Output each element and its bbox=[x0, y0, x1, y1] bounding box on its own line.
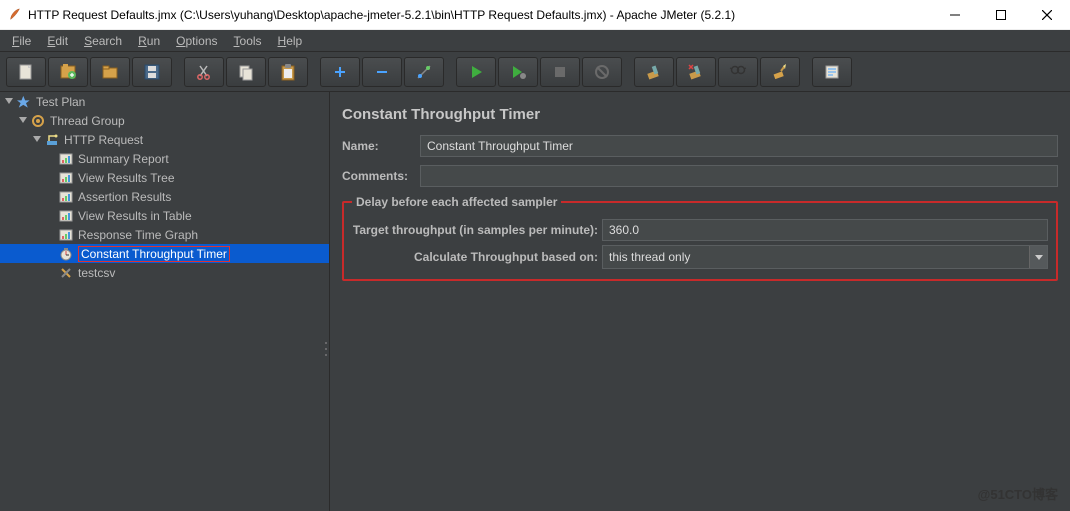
save-button[interactable] bbox=[132, 57, 172, 87]
listener-icon bbox=[58, 208, 74, 224]
stop-button[interactable] bbox=[540, 57, 580, 87]
tree-node-response-time-graph[interactable]: Response Time Graph bbox=[0, 225, 329, 244]
tree-label: Test Plan bbox=[36, 95, 85, 109]
open-button[interactable] bbox=[90, 57, 130, 87]
maximize-button[interactable] bbox=[978, 0, 1024, 30]
test-plan-tree[interactable]: Test Plan Thread Group HTTP Request Summ… bbox=[0, 92, 330, 511]
menu-options[interactable]: Options bbox=[168, 32, 225, 50]
tree-label: Constant Throughput Timer bbox=[78, 246, 230, 262]
tree-label: Summary Report bbox=[78, 152, 169, 166]
minimize-button[interactable] bbox=[932, 0, 978, 30]
tree-node-test-plan[interactable]: Test Plan bbox=[0, 92, 329, 111]
function-helper-button[interactable] bbox=[812, 57, 852, 87]
menu-help[interactable]: Help bbox=[270, 32, 311, 50]
clear-button[interactable] bbox=[634, 57, 674, 87]
collapse-icon[interactable] bbox=[32, 135, 42, 145]
shutdown-button[interactable] bbox=[582, 57, 622, 87]
start-no-pauses-button[interactable] bbox=[498, 57, 538, 87]
delay-group: Delay before each affected sampler Targe… bbox=[342, 195, 1058, 281]
sampler-icon bbox=[44, 132, 60, 148]
splitter-handle[interactable] bbox=[323, 340, 329, 358]
collapse-icon[interactable] bbox=[18, 116, 28, 126]
expand-button[interactable] bbox=[320, 57, 360, 87]
tree-label: View Results Tree bbox=[78, 171, 175, 185]
tree-label: testcsv bbox=[78, 266, 115, 280]
tree-node-summary-report[interactable]: Summary Report bbox=[0, 149, 329, 168]
menubar: File Edit Search Run Options Tools Help bbox=[0, 30, 1070, 52]
tree-label: Response Time Graph bbox=[78, 228, 198, 242]
close-button[interactable] bbox=[1024, 0, 1070, 30]
chevron-down-icon bbox=[1029, 246, 1047, 268]
name-field[interactable] bbox=[420, 135, 1058, 157]
listener-icon bbox=[58, 227, 74, 243]
menu-file[interactable]: File bbox=[4, 32, 39, 50]
window-controls bbox=[932, 0, 1070, 30]
listener-icon bbox=[58, 151, 74, 167]
menu-tools[interactable]: Tools bbox=[226, 32, 270, 50]
toolbar bbox=[0, 52, 1070, 92]
calc-basis-value: this thread only bbox=[609, 250, 690, 264]
calc-basis-label: Calculate Throughput based on: bbox=[352, 250, 602, 264]
delay-group-legend: Delay before each affected sampler bbox=[352, 195, 561, 209]
clear-all-button[interactable] bbox=[676, 57, 716, 87]
tree-label: Assertion Results bbox=[78, 190, 171, 204]
cut-button[interactable] bbox=[184, 57, 224, 87]
reset-search-button[interactable] bbox=[760, 57, 800, 87]
config-icon bbox=[58, 265, 74, 281]
tree-node-view-results-tree[interactable]: View Results Tree bbox=[0, 168, 329, 187]
app-icon bbox=[8, 8, 22, 22]
target-throughput-field[interactable] bbox=[602, 219, 1048, 241]
workspace: Test Plan Thread Group HTTP Request Summ… bbox=[0, 92, 1070, 511]
copy-button[interactable] bbox=[226, 57, 266, 87]
calc-basis-select[interactable]: this thread only bbox=[602, 245, 1048, 269]
tree-node-http-request[interactable]: HTTP Request bbox=[0, 130, 329, 149]
comments-label: Comments: bbox=[342, 169, 420, 183]
menu-run[interactable]: Run bbox=[130, 32, 168, 50]
tree-node-view-results-table[interactable]: View Results in Table bbox=[0, 206, 329, 225]
tree-label: HTTP Request bbox=[64, 133, 143, 147]
search-button[interactable] bbox=[718, 57, 758, 87]
templates-button[interactable] bbox=[48, 57, 88, 87]
editor-panel: Constant Throughput Timer Name: Comments… bbox=[330, 92, 1070, 511]
paste-button[interactable] bbox=[268, 57, 308, 87]
timer-icon bbox=[58, 246, 74, 262]
panel-heading: Constant Throughput Timer bbox=[342, 106, 1058, 123]
tree-node-thread-group[interactable]: Thread Group bbox=[0, 111, 329, 130]
start-button[interactable] bbox=[456, 57, 496, 87]
menu-search[interactable]: Search bbox=[76, 32, 130, 50]
listener-icon bbox=[58, 189, 74, 205]
watermark: @51CTO博客 bbox=[978, 484, 1058, 503]
test-plan-icon bbox=[16, 94, 32, 110]
comments-field[interactable] bbox=[420, 165, 1058, 187]
tree-label: View Results in Table bbox=[78, 209, 192, 223]
collapse-icon[interactable] bbox=[4, 97, 14, 107]
toggle-button[interactable] bbox=[404, 57, 444, 87]
listener-icon bbox=[58, 170, 74, 186]
name-label: Name: bbox=[342, 139, 420, 153]
target-throughput-label: Target throughput (in samples per minute… bbox=[352, 223, 602, 237]
tree-node-constant-throughput-timer[interactable]: Constant Throughput Timer bbox=[0, 244, 329, 263]
tree-node-assertion-results[interactable]: Assertion Results bbox=[0, 187, 329, 206]
titlebar: HTTP Request Defaults.jmx (C:\Users\yuha… bbox=[0, 0, 1070, 30]
window-title: HTTP Request Defaults.jmx (C:\Users\yuha… bbox=[28, 8, 932, 22]
menu-edit[interactable]: Edit bbox=[39, 32, 76, 50]
thread-group-icon bbox=[30, 113, 46, 129]
tree-node-testcsv[interactable]: testcsv bbox=[0, 263, 329, 282]
tree-label: Thread Group bbox=[50, 114, 125, 128]
collapse-button[interactable] bbox=[362, 57, 402, 87]
new-button[interactable] bbox=[6, 57, 46, 87]
